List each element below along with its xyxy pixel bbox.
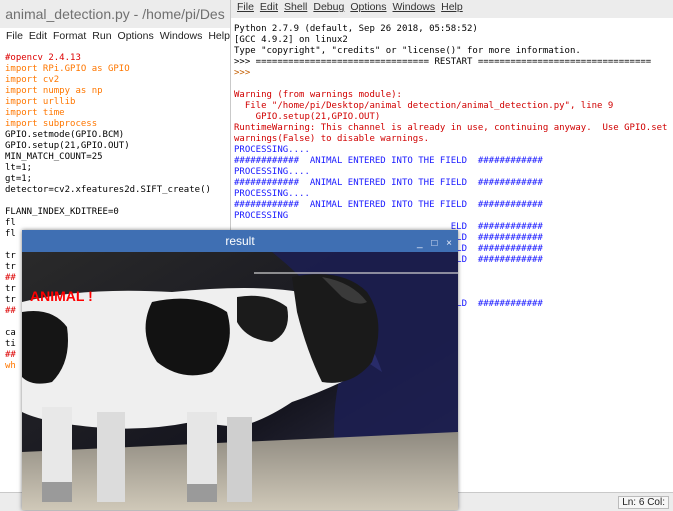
shell-line: RuntimeWarning: This channel is already …: [234, 123, 668, 133]
minimize-button[interactable]: _: [417, 238, 423, 249]
menu-help[interactable]: Help: [208, 30, 230, 42]
code-line: import numpy as np: [5, 86, 103, 96]
code-line: GPIO.setmode(GPIO.BCM): [5, 130, 125, 140]
shell-line: Type "copyright", "credits" or "license(…: [234, 46, 581, 56]
cursor-position: Ln: 6 Col:: [618, 496, 669, 509]
shell-menu-options[interactable]: Options: [350, 1, 386, 13]
code-line: fl: [5, 218, 16, 228]
code-line: #opencv 2.4.13: [5, 53, 81, 63]
shell-line: File "/home/pi/Desktop/animal detection/…: [234, 101, 614, 111]
shell-menu-shell[interactable]: Shell: [284, 1, 307, 13]
shell-menu-help[interactable]: Help: [441, 1, 463, 13]
menu-run[interactable]: Run: [92, 30, 111, 42]
code-line: GPIO.setup(21,GPIO.OUT): [5, 141, 130, 151]
result-titlebar[interactable]: result _ □ ×: [22, 230, 458, 252]
result-window[interactable]: result _ □ × ANIMAL !: [22, 230, 458, 510]
menu-edit[interactable]: Edit: [29, 30, 47, 42]
close-button[interactable]: ×: [446, 238, 452, 249]
shell-line: GPIO.setup(21,GPIO.OUT): [234, 112, 381, 122]
shell-menu-edit[interactable]: Edit: [260, 1, 278, 13]
code-line: import time: [5, 108, 65, 118]
shell-line: warnings(False) to disable warnings.: [234, 134, 430, 144]
shell-line: PROCESSING....: [234, 145, 310, 155]
maximize-button[interactable]: □: [431, 238, 437, 249]
detection-label: ANIMAL !: [30, 288, 93, 304]
code-line: MIN_MATCH_COUNT=25: [5, 152, 103, 162]
shell-line: PROCESSING....: [234, 189, 310, 199]
code-line: import subprocess: [5, 119, 98, 129]
menu-windows[interactable]: Windows: [160, 30, 203, 42]
shell-line: >>>: [234, 68, 251, 78]
shell-line: ############ ANIMAL ENTERED INTO THE FIE…: [234, 156, 543, 166]
shell-line: Warning (from warnings module):: [234, 90, 402, 100]
code-line: import cv2: [5, 75, 60, 85]
menu-format[interactable]: Format: [53, 30, 86, 42]
menu-options[interactable]: Options: [118, 30, 154, 42]
editor-menubar: File Edit Format Run Options Windows Help: [0, 30, 230, 48]
code-line: gt=1;: [5, 174, 33, 184]
shell-line: PROCESSING....: [234, 167, 310, 177]
shell-menu-debug[interactable]: Debug: [313, 1, 344, 13]
result-title: result: [225, 234, 255, 248]
code-line: import urllib: [5, 97, 76, 107]
shell-menu-file[interactable]: File: [237, 1, 254, 13]
camera-feed: ANIMAL !: [22, 252, 458, 510]
code-line: lt=1;: [5, 163, 33, 173]
shell-line: Python 2.7.9 (default, Sep 26 2018, 05:5…: [234, 24, 478, 34]
shell-line: ############ ANIMAL ENTERED INTO THE FIE…: [234, 178, 543, 188]
shell-menubar: File Edit Shell Debug Options Windows Help: [231, 0, 673, 18]
shell-line: PROCESSING: [234, 211, 289, 221]
code-line: import RPi.GPIO as GPIO: [5, 64, 130, 74]
shell-line: ############ ANIMAL ENTERED INTO THE FIE…: [234, 200, 543, 210]
code-line: FLANN_INDEX_KDITREE=0: [5, 207, 119, 217]
menu-file[interactable]: File: [6, 30, 23, 42]
editor-title: animal_detection.py - /home/pi/Des: [0, 0, 230, 28]
shell-line: [GCC 4.9.2] on linux2: [234, 35, 348, 45]
code-line: detector=cv2.xfeatures2d.SIFT_create(): [5, 185, 211, 195]
shell-line: >>> ================================ RES…: [234, 57, 652, 67]
shell-menu-windows[interactable]: Windows: [393, 1, 436, 13]
